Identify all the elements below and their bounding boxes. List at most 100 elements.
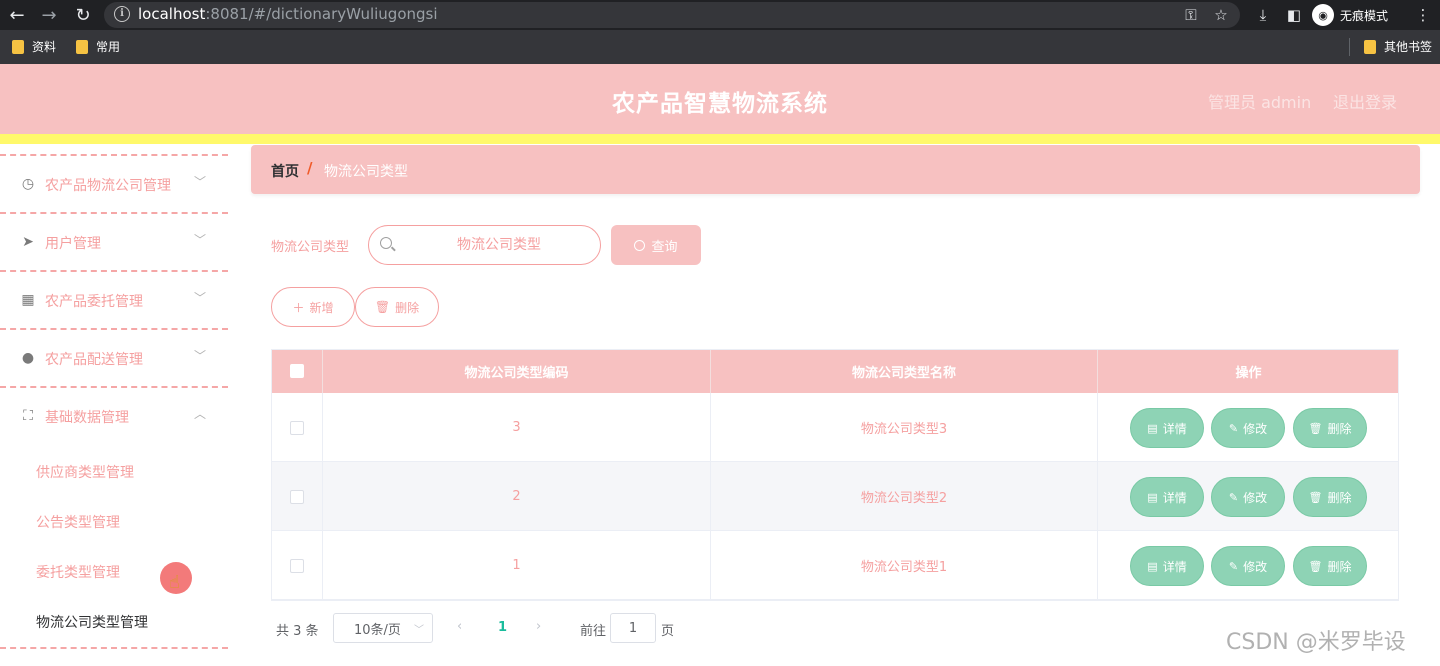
- back-arrow-icon[interactable]: ←: [2, 0, 32, 30]
- column-header-actions: 操作: [1235, 365, 1262, 381]
- row-checkbox[interactable]: [289, 558, 304, 573]
- delete-row-button[interactable]: 🗑 删除: [1293, 408, 1367, 448]
- page-size-select[interactable]: 10条/页 ﹀: [333, 613, 433, 643]
- cell-name: 物流公司类型3: [711, 393, 1098, 462]
- edit-icon: ✎: [1228, 559, 1239, 573]
- document-icon: ▤: [1147, 421, 1158, 435]
- page-size-value: 10条/页: [354, 622, 401, 638]
- sidepanel-icon[interactable]: ◧: [1281, 0, 1307, 30]
- cell-code: 1: [323, 531, 711, 600]
- url-host: localhost: [138, 5, 206, 23]
- row-checkbox[interactable]: [289, 420, 304, 435]
- search-icon: [634, 239, 646, 251]
- more-menu-icon[interactable]: ⋮: [1410, 0, 1436, 30]
- download-icon[interactable]: ⤓: [1250, 0, 1276, 30]
- sidebar-item-users[interactable]: ➤ 用户管理 ﹀: [0, 212, 228, 270]
- detail-button[interactable]: ▤ 详情: [1130, 477, 1204, 517]
- user-icon: ●: [21, 350, 35, 366]
- submenu-supplier-type[interactable]: 供应商类型管理: [36, 462, 134, 482]
- search-input[interactable]: [399, 226, 599, 264]
- bookmark-label: 常用: [96, 40, 121, 54]
- delete-row-button[interactable]: 🗑 删除: [1293, 546, 1367, 586]
- folder-icon: [1364, 39, 1376, 54]
- bookmark-folder-other[interactable]: 其他书签: [1364, 38, 1432, 55]
- app-header: 农产品智慧物流系统 管理员 admin 退出登录: [0, 64, 1440, 134]
- search-input-wrapper: [368, 225, 601, 265]
- edit-label: 修改: [1243, 559, 1268, 574]
- chevron-up-icon: ︿: [194, 407, 207, 421]
- row-select-cell: [271, 462, 323, 531]
- plus-icon: ＋: [292, 300, 305, 315]
- next-page-button[interactable]: ›: [536, 619, 541, 634]
- document-icon: ▤: [1147, 559, 1158, 573]
- reload-icon[interactable]: ↻: [68, 0, 98, 30]
- document-icon: ▤: [1147, 490, 1158, 504]
- breadcrumb: 首页 / 物流公司类型: [251, 145, 1420, 194]
- edit-button[interactable]: ✎ 修改: [1211, 477, 1285, 517]
- detail-button[interactable]: ▤ 详情: [1130, 408, 1204, 448]
- submenu-consignment-type[interactable]: 委托类型管理: [36, 562, 120, 582]
- select-all-checkbox[interactable]: [289, 364, 304, 378]
- page-number-current[interactable]: 1: [498, 620, 507, 635]
- trash-icon: 🗑: [374, 300, 391, 314]
- edit-button[interactable]: ✎ 修改: [1211, 408, 1285, 448]
- breadcrumb-home[interactable]: 首页: [271, 161, 299, 181]
- sidebar-item-delivery[interactable]: ● 农产品配送管理 ﹀: [0, 328, 228, 386]
- detail-button[interactable]: ▤ 详情: [1130, 546, 1204, 586]
- row-select-cell: [271, 531, 323, 600]
- row-checkbox[interactable]: [289, 489, 304, 504]
- delete-label: 删除: [1327, 559, 1352, 574]
- edit-label: 修改: [1243, 421, 1268, 436]
- column-header-name: 物流公司类型名称: [711, 349, 1098, 393]
- table-header: 物流公司类型编码 物流公司类型名称 操作: [271, 349, 1399, 393]
- folder-icon: [12, 39, 24, 54]
- add-button[interactable]: ＋ 新增: [271, 287, 355, 327]
- edit-label: 修改: [1243, 490, 1268, 505]
- select-all-cell: [271, 349, 323, 393]
- edit-icon: ✎: [1228, 490, 1239, 504]
- bookmark-folder-ziliao[interactable]: 资料: [12, 38, 56, 55]
- breadcrumb-separator: /: [307, 159, 313, 177]
- bookmarks-bar: 资料 常用 其他书签: [0, 30, 1440, 64]
- batch-delete-button[interactable]: 🗑 删除: [355, 287, 439, 327]
- site-info-icon[interactable]: i: [114, 6, 130, 22]
- cell-code: 2: [323, 462, 711, 531]
- sidebar-item-label: 农产品委托管理: [45, 294, 143, 310]
- cell-actions: ▤ 详情 ✎ 修改 🗑 删除: [1098, 393, 1399, 462]
- goto-page-unit: 页: [661, 624, 675, 639]
- key-icon[interactable]: ⚿: [1178, 0, 1204, 30]
- edit-button[interactable]: ✎ 修改: [1211, 546, 1285, 586]
- clock-icon: ◷: [21, 176, 35, 192]
- add-button-label: 新增: [309, 300, 334, 315]
- row-select-cell: [271, 393, 323, 462]
- incognito-indicator[interactable]: ◉ 无痕模式: [1312, 2, 1388, 28]
- delete-row-button[interactable]: 🗑 删除: [1293, 477, 1367, 517]
- chevron-down-icon: ﹀: [194, 349, 207, 363]
- logout-link[interactable]: 退出登录: [1333, 89, 1397, 113]
- star-icon[interactable]: ☆: [1208, 0, 1234, 30]
- sidebar-item-label: 用户管理: [45, 236, 101, 252]
- prev-page-button[interactable]: ‹: [457, 619, 462, 634]
- sidebar-item-consignment[interactable]: ▦ 农产品委托管理 ﹀: [0, 270, 228, 328]
- sidebar-divider: [0, 647, 228, 649]
- submenu-notice-type[interactable]: 公告类型管理: [36, 512, 120, 532]
- chevron-down-icon: ﹀: [414, 625, 424, 636]
- current-user: 管理员 admin: [1208, 93, 1312, 112]
- search-label: 物流公司类型: [271, 240, 350, 255]
- sidebar-item-logistics-company[interactable]: ◷ 农产品物流公司管理 ﹀: [0, 154, 228, 212]
- sidebar-item-basic-data[interactable]: ⛶ 基础数据管理 ︿: [0, 386, 228, 444]
- submenu-logistics-company-type[interactable]: 物流公司类型管理: [36, 612, 148, 632]
- goto-page-input[interactable]: [610, 613, 656, 643]
- bookmark-label: 资料: [32, 40, 57, 54]
- address-bar[interactable]: i localhost:8081/#/dictionaryWuliugongsi: [104, 2, 1240, 28]
- watermark: CSDN @米罗毕设: [1226, 630, 1406, 655]
- forward-arrow-icon[interactable]: →: [34, 0, 64, 30]
- incognito-label: 无痕模式: [1340, 8, 1389, 23]
- bookmark-folder-changyong[interactable]: 常用: [76, 38, 120, 55]
- trash-icon: 🗑: [1308, 490, 1323, 504]
- bookmark-label: 其他书签: [1384, 40, 1433, 54]
- cell-code: 3: [323, 393, 711, 462]
- search-button[interactable]: 查询: [611, 225, 701, 265]
- chevron-down-icon: ﹀: [194, 291, 207, 305]
- trash-icon: 🗑: [1308, 421, 1323, 435]
